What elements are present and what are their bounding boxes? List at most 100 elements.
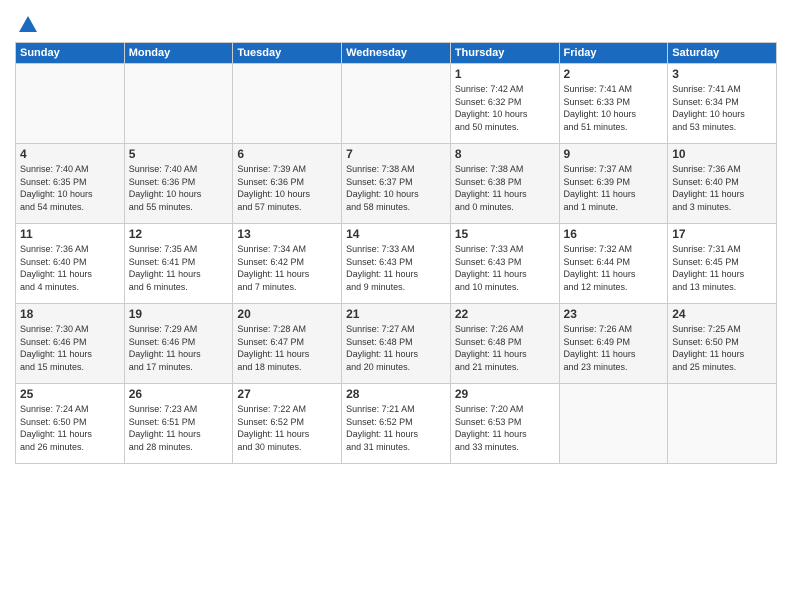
calendar-cell: 18 Sunrise: 7:30 AM Sunset: 6:46 PM Dayli… (16, 304, 125, 384)
cell-content: Sunrise: 7:32 AM Sunset: 6:44 PM Dayligh… (564, 243, 664, 293)
day-number: 27 (237, 387, 337, 401)
day-number: 29 (455, 387, 555, 401)
day-number: 19 (129, 307, 229, 321)
weekday-header-wednesday: Wednesday (342, 43, 451, 64)
cell-content: Sunrise: 7:41 AM Sunset: 6:33 PM Dayligh… (564, 83, 664, 133)
calendar-cell: 22 Sunrise: 7:26 AM Sunset: 6:48 PM Dayli… (450, 304, 559, 384)
cell-content: Sunrise: 7:39 AM Sunset: 6:36 PM Dayligh… (237, 163, 337, 213)
calendar-cell: 24 Sunrise: 7:25 AM Sunset: 6:50 PM Dayli… (668, 304, 777, 384)
cell-content: Sunrise: 7:36 AM Sunset: 6:40 PM Dayligh… (672, 163, 772, 213)
calendar-cell: 11 Sunrise: 7:36 AM Sunset: 6:40 PM Dayli… (16, 224, 125, 304)
cell-content: Sunrise: 7:30 AM Sunset: 6:46 PM Dayligh… (20, 323, 120, 373)
day-number: 11 (20, 227, 120, 241)
calendar-cell: 5 Sunrise: 7:40 AM Sunset: 6:36 PM Daylig… (124, 144, 233, 224)
day-number: 16 (564, 227, 664, 241)
day-number: 6 (237, 147, 337, 161)
day-number: 5 (129, 147, 229, 161)
day-number: 2 (564, 67, 664, 81)
calendar-cell: 19 Sunrise: 7:29 AM Sunset: 6:46 PM Dayli… (124, 304, 233, 384)
calendar-table: SundayMondayTuesdayWednesdayThursdayFrid… (15, 42, 777, 464)
calendar-cell: 23 Sunrise: 7:26 AM Sunset: 6:49 PM Dayli… (559, 304, 668, 384)
day-number: 21 (346, 307, 446, 321)
day-number: 15 (455, 227, 555, 241)
cell-content: Sunrise: 7:33 AM Sunset: 6:43 PM Dayligh… (346, 243, 446, 293)
calendar-cell: 1 Sunrise: 7:42 AM Sunset: 6:32 PM Daylig… (450, 64, 559, 144)
calendar-week-row: 18 Sunrise: 7:30 AM Sunset: 6:46 PM Dayli… (16, 304, 777, 384)
weekday-header-tuesday: Tuesday (233, 43, 342, 64)
day-number: 12 (129, 227, 229, 241)
day-number: 13 (237, 227, 337, 241)
cell-content: Sunrise: 7:37 AM Sunset: 6:39 PM Dayligh… (564, 163, 664, 213)
calendar-cell: 9 Sunrise: 7:37 AM Sunset: 6:39 PM Daylig… (559, 144, 668, 224)
calendar-cell: 28Sunrise: 7:21 AM Sunset: 6:52 PM Dayli… (342, 384, 451, 464)
calendar-week-row: 11 Sunrise: 7:36 AM Sunset: 6:40 PM Dayli… (16, 224, 777, 304)
calendar-cell: 25Sunrise: 7:24 AM Sunset: 6:50 PM Dayli… (16, 384, 125, 464)
calendar-cell: 15 Sunrise: 7:33 AM Sunset: 6:43 PM Dayli… (450, 224, 559, 304)
day-number: 9 (564, 147, 664, 161)
cell-content: Sunrise: 7:20 AM Sunset: 6:53 PM Dayligh… (455, 403, 555, 453)
weekday-header-sunday: Sunday (16, 43, 125, 64)
weekday-header-thursday: Thursday (450, 43, 559, 64)
day-number: 28 (346, 387, 446, 401)
calendar-cell: 16 Sunrise: 7:32 AM Sunset: 6:44 PM Dayli… (559, 224, 668, 304)
day-number: 3 (672, 67, 772, 81)
weekday-header-friday: Friday (559, 43, 668, 64)
cell-content: Sunrise: 7:35 AM Sunset: 6:41 PM Dayligh… (129, 243, 229, 293)
weekday-header-row: SundayMondayTuesdayWednesdayThursdayFrid… (16, 43, 777, 64)
calendar-cell (342, 64, 451, 144)
calendar-cell: 2 Sunrise: 7:41 AM Sunset: 6:33 PM Daylig… (559, 64, 668, 144)
calendar-week-row: 25Sunrise: 7:24 AM Sunset: 6:50 PM Dayli… (16, 384, 777, 464)
day-number: 10 (672, 147, 772, 161)
cell-content: Sunrise: 7:24 AM Sunset: 6:50 PM Dayligh… (20, 403, 120, 453)
day-number: 18 (20, 307, 120, 321)
cell-content: Sunrise: 7:34 AM Sunset: 6:42 PM Dayligh… (237, 243, 337, 293)
cell-content: Sunrise: 7:40 AM Sunset: 6:36 PM Dayligh… (129, 163, 229, 213)
calendar-cell: 29 Sunrise: 7:20 AM Sunset: 6:53 PM Dayli… (450, 384, 559, 464)
cell-content: Sunrise: 7:38 AM Sunset: 6:37 PM Dayligh… (346, 163, 446, 213)
day-number: 7 (346, 147, 446, 161)
calendar-cell (559, 384, 668, 464)
day-number: 20 (237, 307, 337, 321)
cell-content: Sunrise: 7:42 AM Sunset: 6:32 PM Dayligh… (455, 83, 555, 133)
logo-icon (17, 14, 39, 36)
cell-content: Sunrise: 7:26 AM Sunset: 6:49 PM Dayligh… (564, 323, 664, 373)
calendar-cell: 4Sunrise: 7:40 AM Sunset: 6:35 PM Daylig… (16, 144, 125, 224)
logo (15, 14, 39, 36)
day-number: 22 (455, 307, 555, 321)
calendar-week-row: 1 Sunrise: 7:42 AM Sunset: 6:32 PM Daylig… (16, 64, 777, 144)
cell-content: Sunrise: 7:26 AM Sunset: 6:48 PM Dayligh… (455, 323, 555, 373)
calendar-cell: 21 Sunrise: 7:27 AM Sunset: 6:48 PM Dayli… (342, 304, 451, 384)
calendar-cell: 17 Sunrise: 7:31 AM Sunset: 6:45 PM Dayli… (668, 224, 777, 304)
cell-content: Sunrise: 7:31 AM Sunset: 6:45 PM Dayligh… (672, 243, 772, 293)
calendar-cell: 13 Sunrise: 7:34 AM Sunset: 6:42 PM Dayli… (233, 224, 342, 304)
calendar-week-row: 4Sunrise: 7:40 AM Sunset: 6:35 PM Daylig… (16, 144, 777, 224)
cell-content: Sunrise: 7:33 AM Sunset: 6:43 PM Dayligh… (455, 243, 555, 293)
day-number: 14 (346, 227, 446, 241)
cell-content: Sunrise: 7:36 AM Sunset: 6:40 PM Dayligh… (20, 243, 120, 293)
day-number: 23 (564, 307, 664, 321)
calendar-cell: 7 Sunrise: 7:38 AM Sunset: 6:37 PM Daylig… (342, 144, 451, 224)
cell-content: Sunrise: 7:22 AM Sunset: 6:52 PM Dayligh… (237, 403, 337, 453)
cell-content: Sunrise: 7:40 AM Sunset: 6:35 PM Dayligh… (20, 163, 120, 213)
cell-content: Sunrise: 7:25 AM Sunset: 6:50 PM Dayligh… (672, 323, 772, 373)
cell-content: Sunrise: 7:38 AM Sunset: 6:38 PM Dayligh… (455, 163, 555, 213)
calendar-cell: 14 Sunrise: 7:33 AM Sunset: 6:43 PM Dayli… (342, 224, 451, 304)
calendar-header: SundayMondayTuesdayWednesdayThursdayFrid… (16, 43, 777, 64)
calendar-cell: 26Sunrise: 7:23 AM Sunset: 6:51 PM Dayli… (124, 384, 233, 464)
cell-content: Sunrise: 7:28 AM Sunset: 6:47 PM Dayligh… (237, 323, 337, 373)
weekday-header-monday: Monday (124, 43, 233, 64)
header (15, 10, 777, 36)
calendar-cell: 20 Sunrise: 7:28 AM Sunset: 6:47 PM Dayli… (233, 304, 342, 384)
cell-content: Sunrise: 7:29 AM Sunset: 6:46 PM Dayligh… (129, 323, 229, 373)
page: SundayMondayTuesdayWednesdayThursdayFrid… (0, 0, 792, 612)
calendar-cell: 27 Sunrise: 7:22 AM Sunset: 6:52 PM Dayli… (233, 384, 342, 464)
calendar-cell (233, 64, 342, 144)
calendar-cell: 8Sunrise: 7:38 AM Sunset: 6:38 PM Daylig… (450, 144, 559, 224)
cell-content: Sunrise: 7:27 AM Sunset: 6:48 PM Dayligh… (346, 323, 446, 373)
day-number: 26 (129, 387, 229, 401)
day-number: 1 (455, 67, 555, 81)
day-number: 24 (672, 307, 772, 321)
day-number: 17 (672, 227, 772, 241)
calendar-cell: 12 Sunrise: 7:35 AM Sunset: 6:41 PM Dayli… (124, 224, 233, 304)
cell-content: Sunrise: 7:41 AM Sunset: 6:34 PM Dayligh… (672, 83, 772, 133)
